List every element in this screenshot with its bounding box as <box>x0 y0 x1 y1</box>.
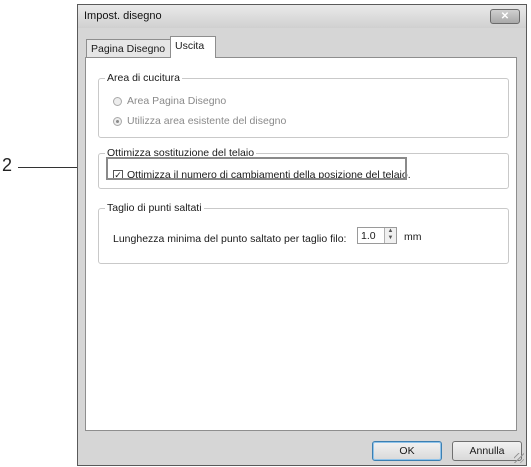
radio-selected-icon <box>113 116 122 126</box>
tab-panel-uscita: Area di cucitura Area Pagina Disegno Uti… <box>85 57 517 431</box>
spinner-buttons: ▲ ▼ <box>384 228 396 243</box>
close-button[interactable]: ✕ <box>490 9 520 24</box>
callout-highlight-box <box>106 157 407 180</box>
tab-pagina-disegno[interactable]: Pagina Disegno <box>86 39 171 57</box>
window-title: Impost. disegno <box>84 10 162 22</box>
radio-unselected-icon <box>113 96 122 106</box>
sewing-area-group: Area di cucitura <box>98 72 509 138</box>
spin-up-icon[interactable]: ▲ <box>385 228 396 235</box>
settings-dialog: Impost. disegno ✕ Pagina Disegno Uscita … <box>77 4 527 466</box>
close-icon: ✕ <box>500 11 510 22</box>
radio-label: Area Pagina Disegno <box>127 95 227 107</box>
resize-grip-icon[interactable] <box>514 453 524 463</box>
spinner-value: 1.0 <box>361 230 376 242</box>
title-bar[interactable]: Impost. disegno ✕ <box>78 5 526 28</box>
radio-area-pagina-disegno[interactable]: Area Pagina Disegno <box>113 95 226 107</box>
tab-uscita[interactable]: Uscita <box>170 36 216 58</box>
group-label-jump-trim: Taglio di punti saltati <box>105 202 204 214</box>
spin-down-icon[interactable]: ▼ <box>385 235 396 242</box>
group-label-sewing-area: Area di cucitura <box>105 72 182 84</box>
radio-label: Utilizza area esistente del disegno <box>127 115 287 127</box>
cancel-button[interactable]: Annulla <box>452 441 522 461</box>
min-length-spinner[interactable]: 1.0 ▲ ▼ <box>357 227 397 244</box>
ok-button[interactable]: OK <box>372 441 442 461</box>
callout-number: 2 <box>2 155 13 175</box>
unit-label: mm <box>404 231 422 243</box>
min-length-label: Lunghezza minima del punto saltato per t… <box>113 233 347 245</box>
radio-utilizza-area-esistente[interactable]: Utilizza area esistente del disegno <box>113 115 286 127</box>
